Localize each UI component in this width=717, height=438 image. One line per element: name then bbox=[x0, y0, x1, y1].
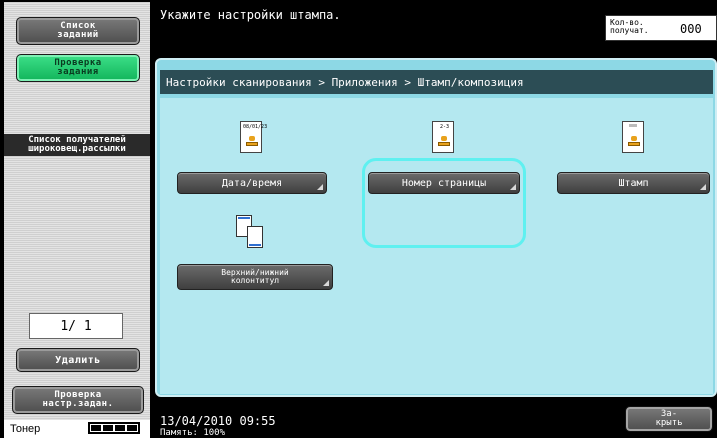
footer-bar bbox=[249, 244, 261, 246]
screen: Список заданий Проверка задания Список п… bbox=[0, 0, 717, 438]
left-panel: Список заданий Проверка задания Список п… bbox=[4, 2, 150, 438]
recipient-count-box: Кол-во. получат. 000 bbox=[605, 15, 717, 41]
job-list-button[interactable]: Список заданий bbox=[16, 17, 140, 45]
delete-button[interactable]: Удалить bbox=[16, 348, 140, 372]
instruction-message: Укажите настройки штампа. bbox=[160, 8, 341, 22]
breadcrumb: Настройки сканирования > Приложения > Шт… bbox=[160, 70, 713, 94]
toner-segment bbox=[127, 425, 137, 431]
toner-status: Тонер bbox=[4, 420, 150, 438]
stamp-document-icon bbox=[622, 121, 644, 153]
toner-level-bar bbox=[88, 422, 140, 434]
stamp-icon bbox=[438, 136, 450, 148]
toner-segment bbox=[91, 425, 101, 431]
close-button[interactable]: За- крыть bbox=[625, 406, 713, 432]
date-time-button[interactable]: Дата/время bbox=[177, 172, 327, 194]
header-bar bbox=[238, 217, 250, 219]
main-panel: Настройки сканирования > Приложения > Шт… bbox=[155, 58, 717, 397]
recipient-count-label: Кол-во. получат. bbox=[610, 18, 649, 35]
toner-segment bbox=[115, 425, 125, 431]
recipient-count-value: 000 bbox=[680, 22, 702, 36]
check-settings-button[interactable]: Проверка настр.задан. bbox=[12, 386, 144, 414]
header-footer-button[interactable]: Верхний/нижний колонтитул bbox=[177, 264, 333, 290]
date-time-display: 13/04/2010 09:55 bbox=[160, 414, 276, 428]
stamp-placeholder-mark bbox=[629, 124, 637, 127]
toner-label: Тонер bbox=[10, 423, 41, 435]
date-icon-text: 08/01/23 bbox=[243, 124, 268, 130]
stamp-button[interactable]: Штамп bbox=[557, 172, 710, 194]
stamp-icon bbox=[246, 136, 258, 148]
job-check-button[interactable]: Проверка задания bbox=[16, 54, 140, 82]
options-area: 08/01/23 Дата/время 2-3 Номер страницы Ш… bbox=[160, 98, 713, 394]
header-footer-icon-front bbox=[247, 226, 263, 248]
page-number-document-icon: 2-3 bbox=[432, 121, 454, 153]
toner-segment bbox=[103, 425, 113, 431]
date-document-icon: 08/01/23 bbox=[240, 121, 267, 153]
stamp-icon bbox=[628, 136, 640, 148]
page-number-button[interactable]: Номер страницы bbox=[368, 172, 520, 194]
page-icon-text: 2-3 bbox=[440, 124, 450, 130]
page-indicator: 1/ 1 bbox=[29, 313, 123, 339]
broadcast-recipients-label[interactable]: Список получателей широковещ.рассылки bbox=[4, 134, 150, 156]
